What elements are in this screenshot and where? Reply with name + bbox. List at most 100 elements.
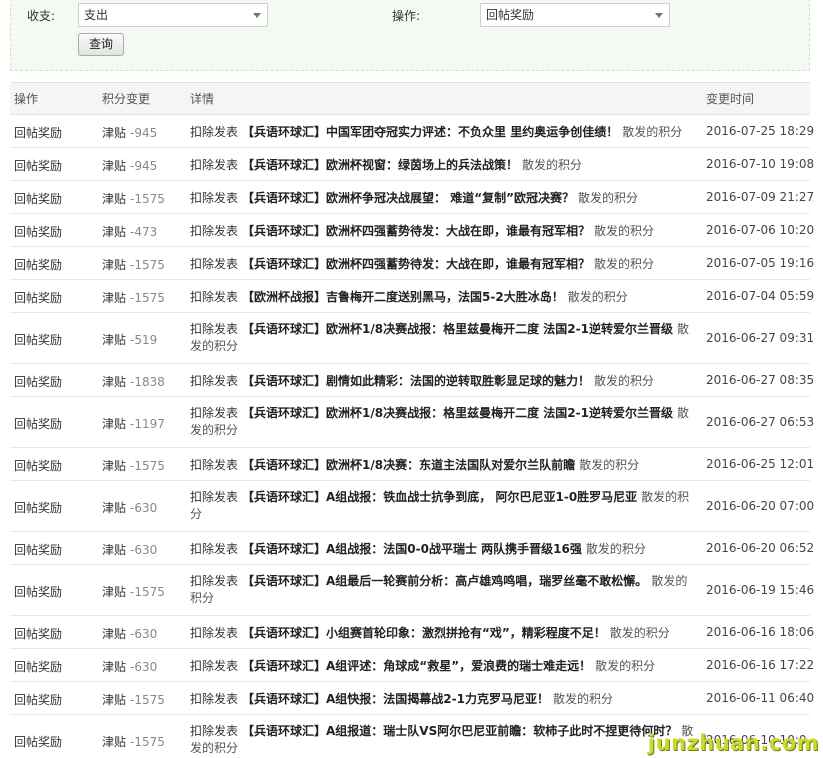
points-amount: -1575 (130, 459, 165, 473)
detail-suffix: 散发的积分 (585, 542, 646, 556)
table-row: 回帖奖励 津贴 -1575 扣除发表 【欧洲杯战报】吉鲁梅开二度送别黑马，法国5-2大胜… (10, 280, 814, 313)
credit-log-table: 操作 积分变更 详情 变更时间 回帖奖励 津贴 -945 扣除发表 【兵语环球汇】中国军… (10, 82, 814, 758)
detail-suffix: 散发的积分 (567, 290, 628, 304)
row-detail: 扣除发表 【兵语环球汇】A组快报：法国揭幕战2-1力克罗马尼亚！ 散发的积分 (190, 691, 695, 708)
chevron-down-icon (253, 13, 261, 18)
row-detail: 扣除发表 【兵语环球汇】欧洲杯1/8决赛：东道主法国队对爱尔兰队前瞻 散发的积分 (190, 457, 695, 474)
detail-prefix: 扣除发表 (190, 490, 239, 504)
income-label: 收支: (27, 9, 56, 23)
detail-suffix: 散发的积分 (594, 257, 655, 271)
filter-panel: 收支: 支出 操作: 回帖奖励 查询 (10, 0, 810, 71)
table-header: 操作 积分变更 详情 变更时间 (10, 82, 810, 115)
table-row: 回帖奖励 津贴 -1197 扣除发表 【兵语环球汇】欧洲杯1/8决赛战报：格里兹曼梅开二… (10, 397, 814, 448)
row-points: 津贴 -945 (102, 157, 157, 174)
table-row: 回帖奖励 津贴 -1575 扣除发表 【兵语环球汇】欧洲杯四强蓄势待发：大战在即，谁最有… (10, 247, 814, 280)
table-row: 回帖奖励 津贴 -630 扣除发表 【兵语环球汇】A组战报：铁血战士抗争到底， 阿尔巴尼… (10, 481, 814, 532)
row-points: 津贴 -473 (102, 223, 157, 240)
table-row: 回帖奖励 津贴 -1575 扣除发表 【兵语环球汇】A组快报：法国揭幕战2-1力克罗马尼… (10, 682, 814, 715)
points-amount: -945 (130, 126, 158, 140)
row-action: 回帖奖励 (14, 459, 63, 473)
thread-link[interactable]: 【兵语环球汇】欧洲杯1/8决赛战报：格里兹曼梅开二度 法国2-1逆转爱尔兰晋级 (242, 322, 673, 336)
row-detail: 扣除发表 【兵语环球汇】剧情如此精彩：法国的逆转取胜彰显足球的魅力！ 散发的积分 (190, 373, 695, 390)
thread-link[interactable]: 【兵语环球汇】A组报道：瑞士队VS阿尔巴尼亚前瞻：软柿子此时不捏更待何时？ (242, 724, 677, 738)
points-unit: 津贴 (102, 159, 127, 173)
thread-link[interactable]: 【兵语环球汇】欧洲杯视窗：绿茵场上的兵法战策！ (242, 158, 518, 172)
table-row: 回帖奖励 津贴 -1575 扣除发表 【兵语环球汇】欧洲杯争冠决战展望： 难道“复制”欧… (10, 181, 814, 214)
row-time: 2016-06-25 12:01 (706, 457, 815, 471)
table-row: 回帖奖励 津贴 -945 扣除发表 【兵语环球汇】欧洲杯视窗：绿茵场上的兵法战策！ 散发的… (10, 148, 814, 181)
detail-prefix: 扣除发表 (190, 659, 239, 673)
points-amount: -1575 (130, 192, 165, 206)
detail-prefix: 扣除发表 (190, 257, 239, 271)
thread-link[interactable]: 【兵语环球汇】小组赛首轮印象：激烈拼抢有“戏”，精彩程度不足！ (242, 626, 606, 640)
row-time: 2016-06-20 07:00 (706, 499, 815, 513)
row-points: 津贴 -1575 (102, 289, 165, 306)
thread-link[interactable]: 【兵语环球汇】中国军团夺冠实力评述：不负众里 里约奥运争创佳绩！ (242, 125, 618, 139)
row-detail: 扣除发表 【兵语环球汇】欧洲杯1/8决赛战报：格里兹曼梅开二度 法国2-1逆转爱尔… (190, 321, 695, 355)
row-points: 津贴 -945 (102, 124, 157, 141)
row-points: 津贴 -630 (102, 499, 157, 516)
table-row: 回帖奖励 津贴 -1575 扣除发表 【兵语环球汇】A组最后一轮赛前分析：高卢雄鸡鸣唱，… (10, 565, 814, 616)
points-unit: 津贴 (102, 291, 127, 305)
points-unit: 津贴 (102, 693, 127, 707)
points-amount: -1575 (130, 585, 165, 599)
thread-link[interactable]: 【兵语环球汇】A组战报：法国0-0战平瑞士 两队携手晋级16强 (242, 542, 582, 556)
row-detail: 扣除发表 【兵语环球汇】A组最后一轮赛前分析：高卢雄鸡鸣唱，瑞罗丝毫不敢松懈。 散发… (190, 573, 695, 607)
detail-prefix: 扣除发表 (190, 458, 239, 472)
points-unit: 津贴 (102, 417, 127, 431)
points-unit: 津贴 (102, 192, 127, 206)
detail-suffix: 散发的积分 (595, 659, 656, 673)
thread-link[interactable]: 【兵语环球汇】A组快报：法国揭幕战2-1力克罗马尼亚！ (242, 692, 549, 706)
row-points: 津贴 -1575 (102, 457, 165, 474)
detail-prefix: 扣除发表 (190, 574, 239, 588)
row-time: 2016-07-06 10:20 (706, 223, 815, 237)
points-amount: -1838 (130, 375, 165, 389)
row-points: 津贴 -1197 (102, 415, 165, 432)
thread-link[interactable]: 【兵语环球汇】欧洲杯四强蓄势待发：大战在即，谁最有冠军相？ (242, 257, 590, 271)
detail-suffix: 散发的积分 (522, 158, 583, 172)
row-points: 津贴 -1575 (102, 733, 165, 750)
row-time: 2016-07-10 19:08 (706, 157, 815, 171)
chevron-down-icon (655, 13, 663, 18)
detail-suffix: 散发的积分 (577, 191, 638, 205)
table-body: 回帖奖励 津贴 -945 扣除发表 【兵语环球汇】中国军团夺冠实力评述：不负众里 里约奥… (10, 115, 814, 758)
table-row: 回帖奖励 津贴 -473 扣除发表 【兵语环球汇】欧洲杯四强蓄势待发：大战在即，谁最有冠… (10, 214, 814, 247)
action-select[interactable]: 回帖奖励 (480, 3, 670, 27)
thread-link[interactable]: 【兵语环球汇】A组战报：铁血战士抗争到底， 阿尔巴尼亚1-0胜罗马尼亚 (242, 490, 637, 504)
thread-link[interactable]: 【兵语环球汇】欧洲杯四强蓄势待发：大战在即，谁最有冠军相？ (242, 224, 590, 238)
row-action: 回帖奖励 (14, 501, 63, 515)
thread-link[interactable]: 【兵语环球汇】A组评述：角球成“救星”，爱浪费的瑞士难走远！ (242, 659, 591, 673)
thread-link[interactable]: 【兵语环球汇】A组最后一轮赛前分析：高卢雄鸡鸣唱，瑞罗丝毫不敢松懈。 (242, 574, 647, 588)
detail-prefix: 扣除发表 (190, 542, 239, 556)
thread-link[interactable]: 【欧洲杯战报】吉鲁梅开二度送别黑马，法国5-2大胜冰岛！ (242, 290, 564, 304)
table-row: 回帖奖励 津贴 -519 扣除发表 【兵语环球汇】欧洲杯1/8决赛战报：格里兹曼梅开二度… (10, 313, 814, 364)
row-time: 2016-06-11 06:40 (706, 691, 815, 705)
points-amount: -630 (130, 627, 158, 641)
row-time: 2016-07-04 05:59 (706, 289, 815, 303)
row-detail: 扣除发表 【兵语环球汇】欧洲杯争冠决战展望： 难道“复制”欧冠决赛？ 散发的积分 (190, 190, 695, 207)
income-select[interactable]: 支出 (78, 3, 268, 27)
row-time: 2016-06-27 06:53 (706, 415, 815, 429)
row-points: 津贴 -1575 (102, 256, 165, 273)
row-detail: 扣除发表 【兵语环球汇】欧洲杯视窗：绿茵场上的兵法战策！ 散发的积分 (190, 157, 695, 174)
thread-link[interactable]: 【兵语环球汇】欧洲杯1/8决赛战报：格里兹曼梅开二度 法国2-1逆转爱尔兰晋级 (242, 406, 673, 420)
thread-link[interactable]: 【兵语环球汇】剧情如此精彩：法国的逆转取胜彰显足球的魅力！ (242, 374, 590, 388)
row-detail: 扣除发表 【兵语环球汇】A组战报：法国0-0战平瑞士 两队携手晋级16强 散发的积分 (190, 541, 695, 558)
thread-link[interactable]: 【兵语环球汇】欧洲杯争冠决战展望： 难道“复制”欧冠决赛？ (242, 191, 574, 205)
detail-prefix: 扣除发表 (190, 374, 239, 388)
row-detail: 扣除发表 【兵语环球汇】欧洲杯四强蓄势待发：大战在即，谁最有冠军相？ 散发的积分 (190, 223, 695, 240)
row-action: 回帖奖励 (14, 192, 63, 206)
row-action: 回帖奖励 (14, 627, 63, 641)
points-amount: -1197 (130, 417, 165, 431)
thread-link[interactable]: 【兵语环球汇】欧洲杯1/8决赛：东道主法国队对爱尔兰队前瞻 (242, 458, 575, 472)
row-action: 回帖奖励 (14, 159, 63, 173)
row-detail: 扣除发表 【兵语环球汇】中国军团夺冠实力评述：不负众里 里约奥运争创佳绩！ 散发的积… (190, 124, 695, 141)
row-time: 2016-06-19 15:46 (706, 583, 815, 597)
row-detail: 扣除发表 【兵语环球汇】小组赛首轮印象：激烈拼抢有“戏”，精彩程度不足！ 散发的积分 (190, 625, 695, 642)
row-time: 2016-06-27 08:35 (706, 373, 815, 387)
row-points: 津贴 -1575 (102, 583, 165, 600)
detail-suffix: 散发的积分 (579, 458, 640, 472)
query-button[interactable]: 查询 (78, 33, 124, 56)
points-unit: 津贴 (102, 459, 127, 473)
row-action: 回帖奖励 (14, 585, 63, 599)
